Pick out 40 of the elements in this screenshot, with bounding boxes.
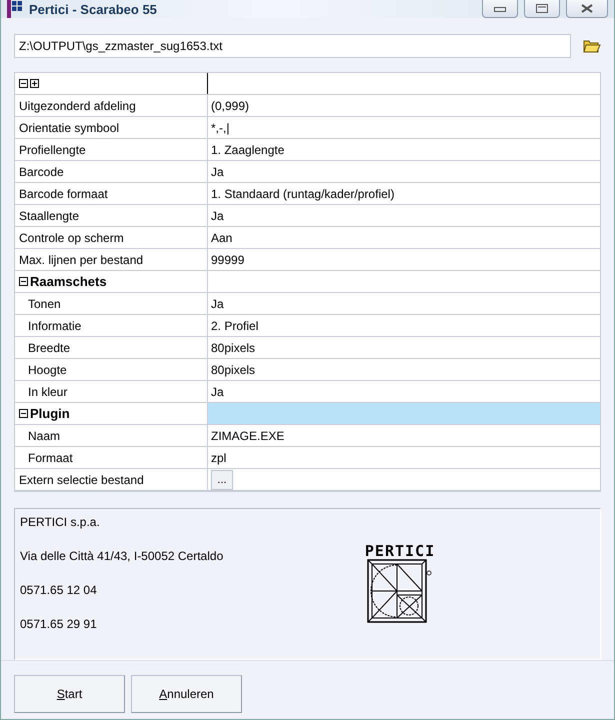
info-text: 0571.65 12 04 (20, 583, 98, 598)
logo-text: PERTICI (364, 543, 436, 559)
property-value[interactable]: 2. Profiel (211, 318, 258, 332)
browse-button[interactable]: ... (211, 470, 233, 490)
group-label[interactable]: Raamschets (30, 274, 107, 289)
property-value[interactable]: 1. Zaaglengte (211, 142, 284, 156)
property-value[interactable]: zpl (211, 450, 226, 464)
property-value[interactable]: 1. Standaard (runtag/kader/profiel) (211, 186, 394, 200)
maximize-icon (536, 4, 548, 13)
property-value[interactable]: Ja (211, 208, 224, 222)
close-icon (581, 4, 593, 13)
info-text: PERTICI s.p.a. (20, 515, 101, 530)
minimize-button[interactable] (482, 0, 518, 18)
window-frame-logo-drawing (367, 559, 433, 623)
property-value[interactable]: 80pixels (211, 362, 256, 376)
maximize-button[interactable] (524, 0, 560, 18)
expand-all-icon[interactable] (30, 79, 39, 88)
property-value[interactable]: Ja (211, 384, 224, 398)
collapse-all-icon[interactable] (19, 79, 28, 88)
dialog-button[interactable]: Annuleren (131, 675, 242, 713)
property-value[interactable]: (0,999) (211, 98, 250, 112)
info-text: 0571.65 29 91 (20, 617, 98, 632)
property-value[interactable]: *,-,| (211, 120, 230, 134)
property-value[interactable]: Aan (211, 230, 232, 244)
property-value[interactable]: Ja (211, 296, 224, 310)
close-button[interactable] (566, 0, 608, 18)
property-value[interactable]: ZIMAGE.EXE (211, 428, 284, 442)
info-text: Via delle Città 41/43, I-50052 Certaldo (20, 549, 224, 564)
collapse-icon[interactable] (19, 409, 28, 418)
dialog-button[interactable]: Start (14, 675, 125, 713)
minimize-icon (494, 6, 506, 12)
window-title: Pertici - Scarabeo 55 (29, 2, 158, 16)
property-value[interactable]: 80pixels (211, 340, 256, 354)
collapse-icon[interactable] (19, 277, 28, 286)
property-value[interactable]: 99999 (211, 252, 244, 266)
property-value[interactable]: Ja (211, 164, 224, 178)
app-icon (7, 0, 23, 18)
group-label[interactable]: Plugin (30, 406, 70, 421)
folder-icon[interactable] (583, 39, 601, 53)
path-field[interactable]: Z:\OUTPUT\gs_zzmaster_sug1653.txt (14, 34, 571, 58)
